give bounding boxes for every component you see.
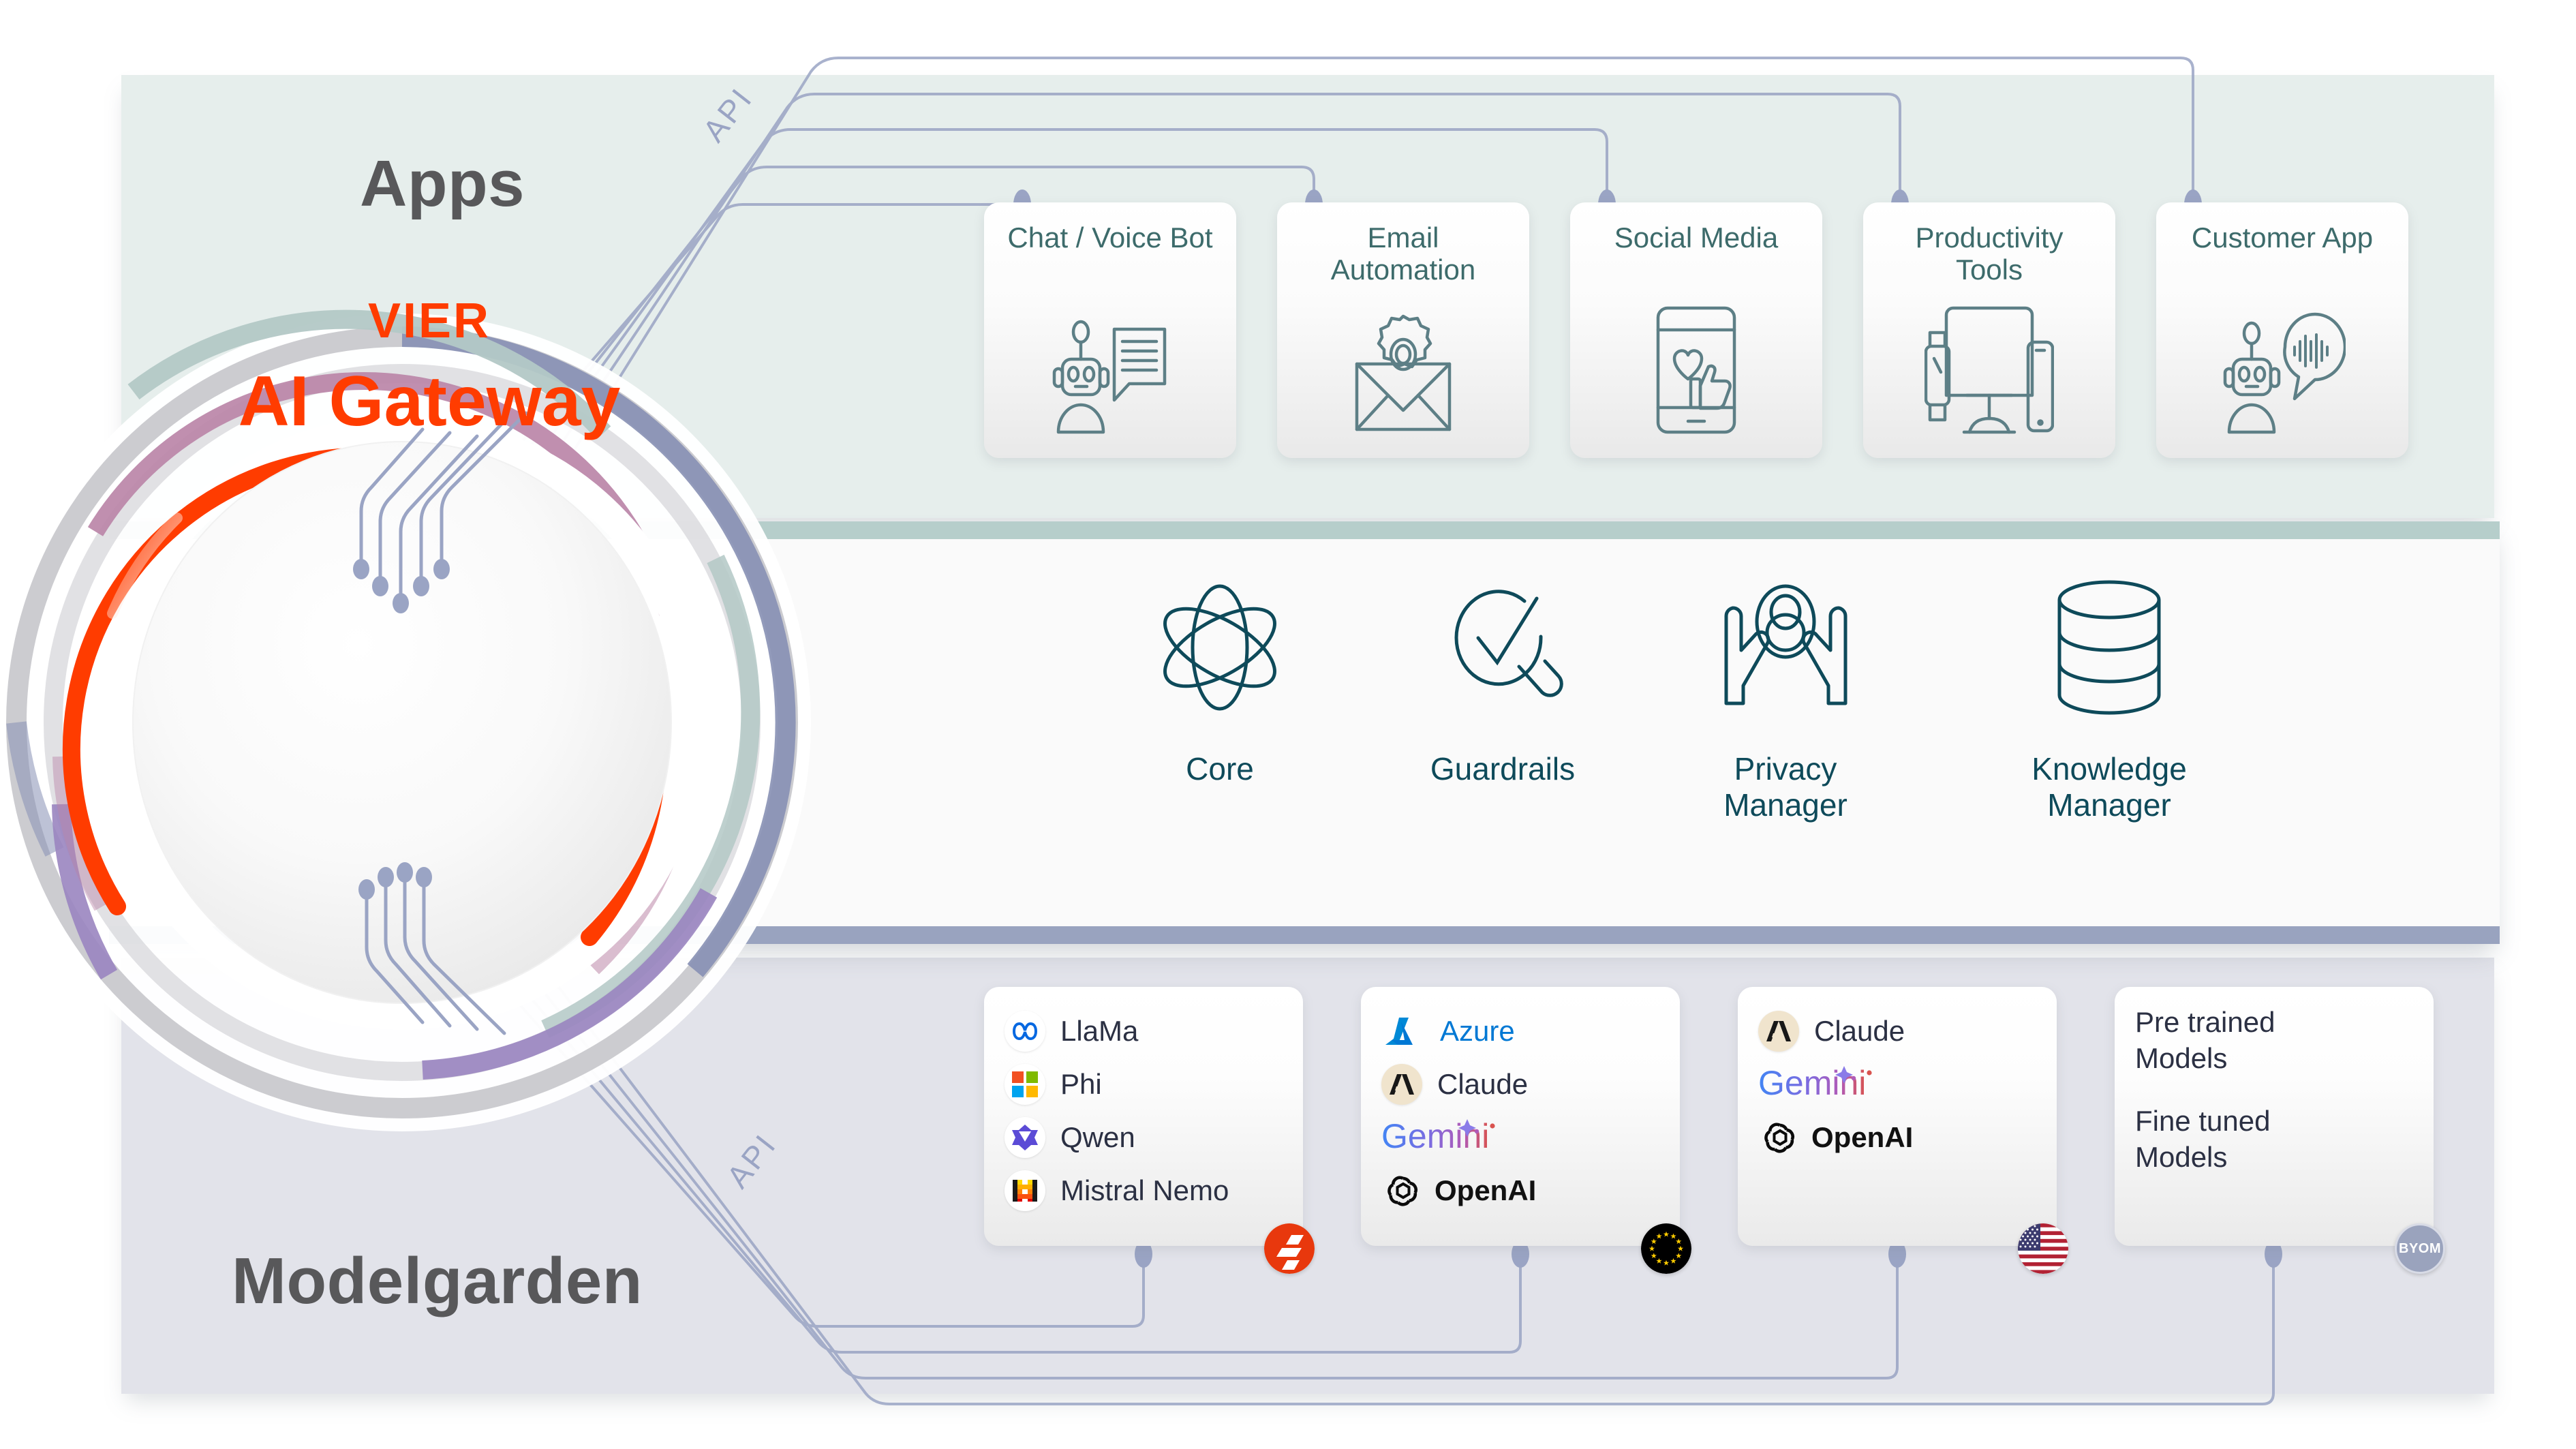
- meta-logo-icon: [1005, 1011, 1045, 1052]
- gemini-logo-icon: Gemini: [1758, 1063, 1895, 1106]
- app-card-label: Email Automation: [1330, 222, 1476, 286]
- feature-label: Privacy Manager: [1723, 751, 1847, 823]
- hands-person-icon: [1642, 579, 1929, 716]
- robot-voice-icon: [2220, 309, 2346, 435]
- diagram-canvas: Apps Modelgarden API API Chat / Voice Bo…: [0, 0, 2576, 1449]
- app-card-label: Productivity Tools: [1915, 222, 2064, 286]
- model-row: OpenAI: [1381, 1164, 1659, 1217]
- feature-privacy-manager[interactable]: Privacy Manager: [1642, 579, 1929, 823]
- model-name: Mistral Nemo: [1060, 1174, 1229, 1206]
- model-name: Qwen: [1060, 1121, 1135, 1153]
- model-card-us[interactable]: Claude Gemini OpenAI: [1738, 987, 2057, 1246]
- app-card-chat-voice-bot[interactable]: Chat / Voice Bot: [984, 202, 1236, 458]
- app-card-label: Social Media: [1614, 222, 1779, 254]
- qwen-logo-icon: [1005, 1117, 1045, 1158]
- robot-chat-icon: [1049, 309, 1171, 435]
- vier-ai-gateway-node: [0, 293, 831, 1152]
- devices-icon: [1925, 305, 2054, 435]
- model-name: Claude: [1814, 1015, 1905, 1047]
- model-name: Azure: [1440, 1015, 1515, 1047]
- vier-logo-badge: [1264, 1223, 1315, 1274]
- model-card-text-line: Fine tuned Models: [2135, 1105, 2271, 1173]
- app-card-social-media[interactable]: Social Media: [1570, 202, 1822, 458]
- model-row: Gemini: [1381, 1111, 1659, 1164]
- feature-label: Core: [1186, 751, 1254, 787]
- database-icon: [1966, 579, 2252, 716]
- gemini-logo-icon: Gemini: [1381, 1116, 1518, 1159]
- model-row: LlaMa: [1005, 1005, 1283, 1058]
- openai-logo-icon: [1381, 1170, 1425, 1211]
- azure-logo-icon: [1381, 1011, 1425, 1052]
- model-row: Phi: [1005, 1058, 1283, 1111]
- eu-flag-badge: [1641, 1223, 1691, 1274]
- mistral-logo-icon: [1005, 1170, 1045, 1211]
- model-row: Claude: [1381, 1058, 1659, 1111]
- us-flag-badge: [2018, 1223, 2068, 1274]
- model-row: OpenAI: [1758, 1111, 2036, 1164]
- svg-text:Gemini: Gemini: [1381, 1117, 1489, 1155]
- phone-heart-thumb-icon: [1649, 305, 1744, 435]
- microsoft-logo-icon: [1005, 1064, 1045, 1105]
- check-magnifier-icon: [1360, 579, 1646, 716]
- feature-label: Guardrails: [1430, 751, 1576, 787]
- app-card-label: Chat / Voice Bot: [1007, 222, 1213, 254]
- apps-band-title: Apps: [360, 147, 525, 220]
- envelope-gear-icon: [1342, 312, 1465, 435]
- model-row: Azure: [1381, 1005, 1659, 1058]
- modelgarden-band-title: Modelgarden: [232, 1245, 643, 1317]
- model-card-text-line: Pre trained Models: [2135, 1006, 2275, 1074]
- app-card-customer-app[interactable]: Customer App: [2156, 202, 2408, 458]
- model-card-byom[interactable]: Pre trained Models Fine tuned Models: [2115, 987, 2434, 1246]
- model-card-vier[interactable]: LlaMa Phi Qwen Mistral Nemo: [984, 987, 1303, 1246]
- atom-icon: [1077, 579, 1363, 716]
- model-row: Qwen: [1005, 1111, 1283, 1164]
- feature-core[interactable]: Core: [1077, 579, 1363, 787]
- app-card-email-automation[interactable]: Email Automation: [1277, 202, 1529, 458]
- model-row: Gemini: [1758, 1058, 2036, 1111]
- byom-badge-label: BYOM: [2399, 1240, 2441, 1256]
- feature-label: Knowledge Manager: [2031, 751, 2187, 823]
- anthropic-logo-icon: [1381, 1064, 1422, 1105]
- model-card-eu[interactable]: Azure Claude Gemini OpenAI: [1361, 987, 1680, 1246]
- model-name: OpenAI: [1811, 1121, 1914, 1153]
- feature-knowledge-manager[interactable]: Knowledge Manager: [1966, 579, 2252, 823]
- anthropic-logo-icon: [1758, 1011, 1799, 1052]
- app-card-productivity-tools[interactable]: Productivity Tools: [1863, 202, 2115, 458]
- feature-guardrails[interactable]: Guardrails: [1360, 579, 1646, 787]
- model-name: Phi: [1060, 1068, 1102, 1100]
- model-name: Claude: [1437, 1068, 1529, 1100]
- model-row: Claude: [1758, 1005, 2036, 1058]
- svg-text:Gemini: Gemini: [1758, 1064, 1866, 1102]
- model-name: LlaMa: [1060, 1015, 1139, 1047]
- model-row: Mistral Nemo: [1005, 1164, 1283, 1217]
- model-name: OpenAI: [1435, 1174, 1537, 1206]
- openai-logo-icon: [1758, 1117, 1802, 1158]
- app-card-label: Customer App: [2191, 222, 2374, 254]
- byom-badge: BYOM: [2395, 1223, 2445, 1274]
